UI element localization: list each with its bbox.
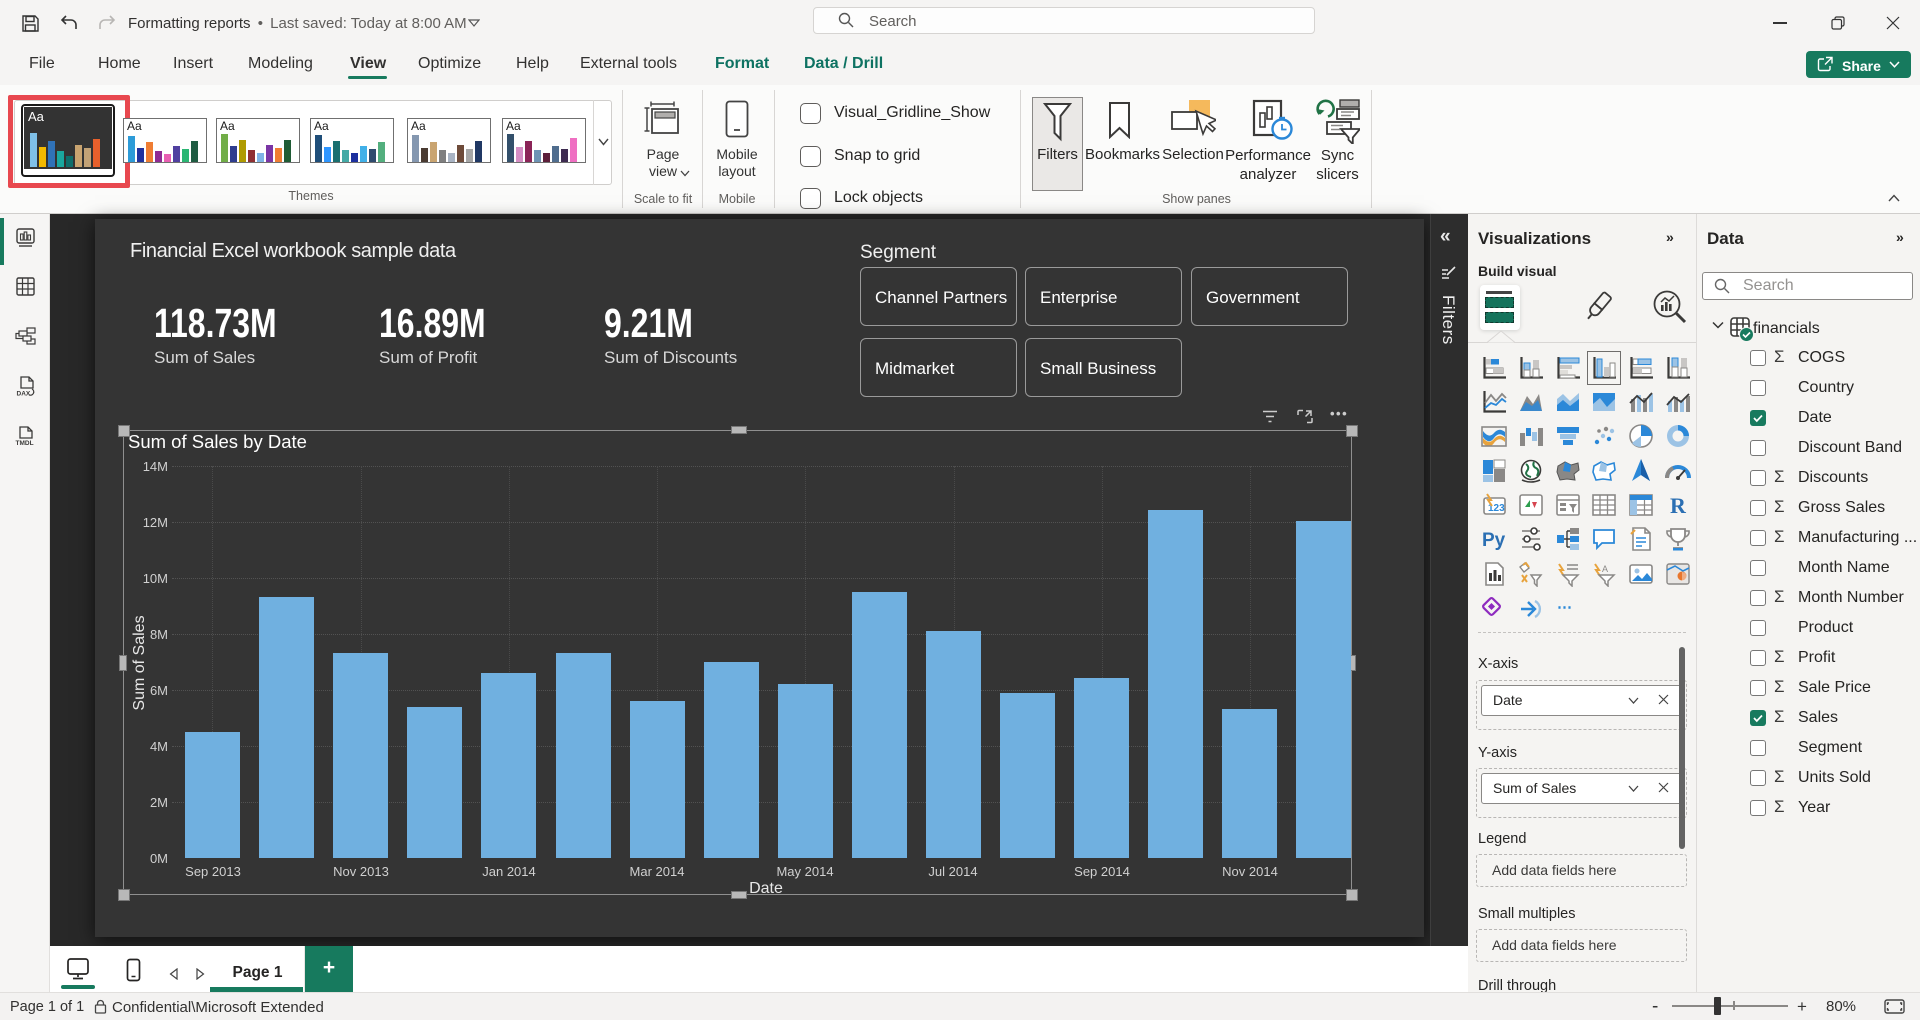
svg-text:Py: Py bbox=[1482, 530, 1506, 551]
svg-text:A: A bbox=[1602, 564, 1608, 574]
svg-text:DAX: DAX bbox=[17, 391, 31, 398]
svg-text:R: R bbox=[1670, 493, 1687, 518]
svg-text:TMDL: TMDL bbox=[16, 440, 34, 446]
